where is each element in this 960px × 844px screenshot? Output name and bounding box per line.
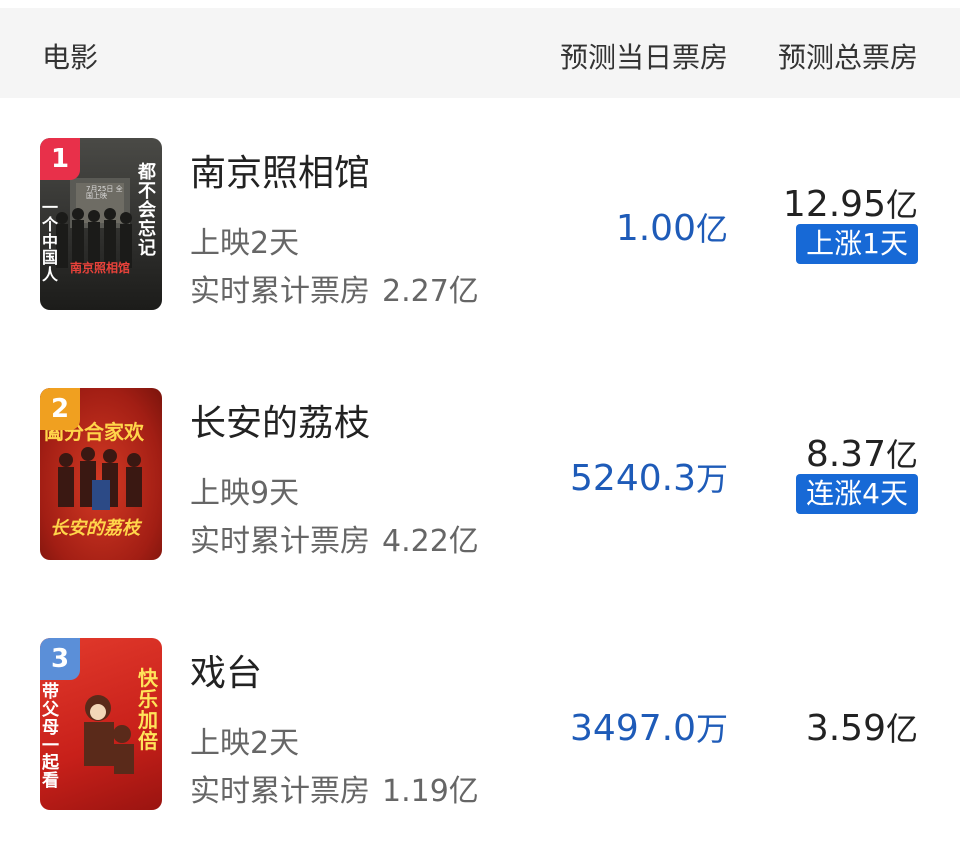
poster-title: 南京照相馆 [70,261,131,275]
daily-box-office: 3497.0万 [570,704,728,750]
total-value: 8.37 [805,434,886,475]
daily-value: 1.00 [615,208,696,249]
daily-box-office: 5240.3万 [570,454,728,500]
list-item[interactable]: 1 7月25日 全国上映 都不会忘记 一个中国人 南京照相馆 南京照相馆 上映2… [0,138,960,313]
rank-badge: 2 [40,388,80,430]
daily-box-office: 1.00亿 [616,204,728,250]
cumulative-label: 实时累计票房 [190,774,370,809]
poster-slogan: 快乐加倍 [138,666,158,753]
cumulative-label: 实时累计票房 [190,524,370,559]
header-daily-box-office: 预测当日票房 [559,41,728,74]
table-header: 电影 预测当日票房 预测总票房 [0,8,960,98]
daily-unit: 万 [695,710,728,748]
total-value: 3.59 [805,708,886,749]
list-item[interactable]: 3 快乐加倍 带父母一起看 戏台 上映2天 实时累计票房 1.19亿 3497.0… [0,638,960,813]
rank-badge: 3 [40,638,80,680]
total-box-office: 8.37亿 [806,430,918,476]
cumulative-value: 2.27亿 [382,274,479,309]
release-days: 上映9天 [190,476,300,511]
movie-title[interactable]: 戏台 [190,644,262,696]
movie-title[interactable]: 南京照相馆 [190,144,370,196]
cumulative-box-office: 实时累计票房 4.22亿 [190,516,479,560]
poster-image[interactable]: 1 7月25日 全国上映 都不会忘记 一个中国人 南京照相馆 [40,138,162,310]
trend-badge: 连涨4天 [796,474,918,514]
header-movie: 电影 [42,41,99,74]
poster-text: 7月25日 全国上映 [86,185,123,201]
daily-value: 3497.0 [570,708,696,749]
poster-slogan: 带父母一起看 [42,682,59,792]
daily-unit: 万 [695,460,728,498]
total-box-office: 12.95亿 [783,180,918,226]
movie-title[interactable]: 长安的荔枝 [190,394,370,446]
cumulative-label: 实时累计票房 [190,274,370,309]
header-total-box-office: 预测总票房 [777,41,918,74]
poster-title: 长安的荔枝 [50,518,140,539]
release-days: 上映2天 [190,226,300,261]
total-box-office: 3.59亿 [806,704,918,750]
poster-image[interactable]: 2 阖分合家欢 长安的荔枝 [40,388,162,560]
poster-image[interactable]: 3 快乐加倍 带父母一起看 [40,638,162,810]
total-unit: 亿 [885,436,918,474]
total-unit: 亿 [885,710,918,748]
cumulative-value: 1.19亿 [382,774,479,809]
trend-badge: 上涨1天 [796,224,918,264]
poster-slogan: 一个中国人 [42,198,59,285]
total-unit: 亿 [885,186,918,224]
rank-badge: 1 [40,138,80,180]
poster-slogan: 都不会忘记 [138,162,156,259]
list-item[interactable]: 2 阖分合家欢 长安的荔枝 长安的荔枝 上映9天 实时累计票房 4.22亿 524… [0,388,960,563]
release-days: 上映2天 [190,726,300,761]
cumulative-value: 4.22亿 [382,524,479,559]
cumulative-box-office: 实时累计票房 2.27亿 [190,266,479,310]
daily-unit: 亿 [695,210,728,248]
daily-value: 5240.3 [570,458,696,499]
cumulative-box-office: 实时累计票房 1.19亿 [190,766,479,810]
total-value: 12.95 [782,184,886,225]
